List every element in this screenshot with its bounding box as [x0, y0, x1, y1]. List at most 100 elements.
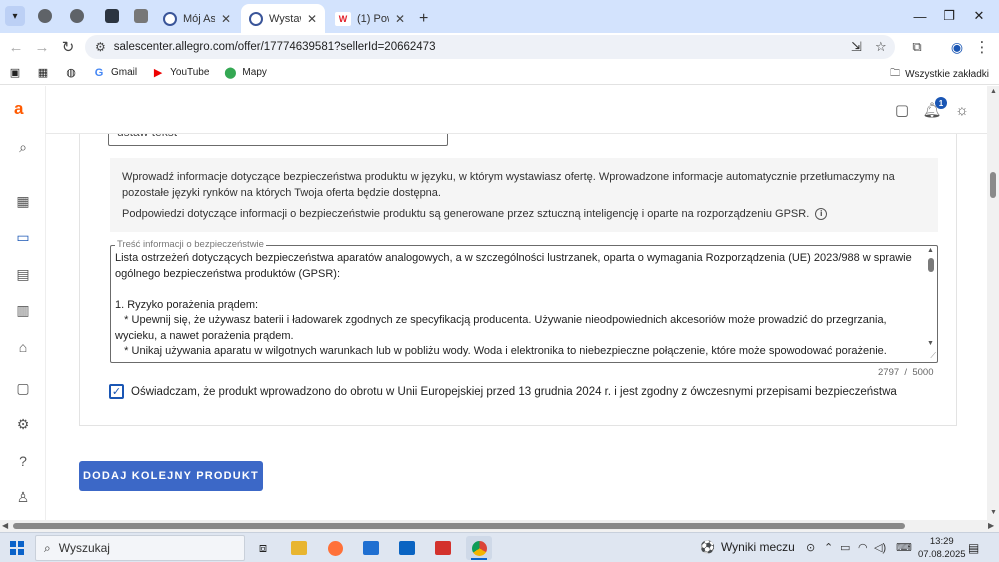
scroll-down-icon[interactable]: ▼	[990, 509, 997, 516]
outlook-icon[interactable]	[394, 536, 420, 560]
apps-button[interactable]: ▦	[36, 66, 50, 80]
battery-icon[interactable]: ▭	[840, 541, 850, 554]
help-icon[interactable]: ?	[13, 451, 33, 471]
scroll-thumb[interactable]	[928, 258, 934, 272]
info-text-2-content: Podpowiedzi dotyczące informacji o bezpi…	[122, 208, 810, 220]
messages-icon[interactable]: ▢	[13, 378, 33, 398]
orders-icon[interactable]: ▤	[13, 264, 33, 284]
widget-label: Wyniki meczu	[720, 540, 795, 554]
file-explorer-icon[interactable]	[286, 536, 312, 560]
text-input-partial[interactable]: ustaw tekst	[108, 134, 448, 146]
declaration-checkbox[interactable]: ✓	[109, 384, 124, 399]
close-icon[interactable]: ✕	[395, 12, 405, 26]
scroll-down-icon[interactable]: ▼	[927, 340, 934, 347]
offers-icon[interactable]: ▭	[13, 227, 33, 247]
safety-info-textarea[interactable]: Treść informacji o bezpieczeństwie Lista…	[110, 239, 938, 363]
bookmark-youtube[interactable]: ▶ YouTube	[151, 66, 210, 80]
pinned-tab-3[interactable]	[97, 5, 127, 27]
resize-handle-icon[interactable]: ⟋	[930, 351, 936, 361]
bookmark-globe[interactable]: ◍	[64, 66, 78, 80]
bookmark-gmail[interactable]: G Gmail	[92, 66, 137, 80]
tab-powiadomienia[interactable]: W (1) Powiadomienia ✕	[327, 4, 413, 33]
profile-button[interactable]: ◉	[947, 37, 967, 57]
plus-icon: +	[419, 9, 429, 27]
volume-icon[interactable]: ◁)	[874, 541, 886, 554]
textarea-content[interactable]: Lista ostrzeżeń dotyczących bezpieczeńst…	[115, 251, 915, 361]
chevron-up-icon[interactable]: ⌃	[824, 541, 833, 554]
browser-menu-button[interactable]: ⋮	[972, 37, 992, 57]
dashboard-icon[interactable]: ▦	[13, 191, 33, 211]
taskbar-news-widget[interactable]: ⚽ Wyniki meczu	[700, 540, 795, 554]
scroll-up-icon[interactable]: ▲	[990, 88, 997, 95]
firefox-icon[interactable]	[322, 536, 348, 560]
browser-tab-strip: ▾ Mój Asortyment ✕ Wystaw ✕ W (1) Powiad…	[0, 0, 999, 33]
page-vertical-scrollbar[interactable]: ▲ ▼	[987, 86, 999, 520]
bell-icon[interactable]: 🔔︎ 1	[922, 97, 947, 120]
taskbar-search[interactable]: ⌕ Wyszukaj	[35, 535, 245, 561]
scroll-left-icon[interactable]: ◀	[2, 521, 8, 530]
close-icon[interactable]: ✕	[221, 12, 231, 26]
people-icon[interactable]: ⊙	[806, 541, 815, 554]
documents-icon[interactable]: ▥	[13, 300, 33, 320]
tag-icon[interactable]: ⌂	[13, 337, 33, 357]
restore-button[interactable]: ❐	[934, 6, 964, 26]
store-icon[interactable]	[358, 536, 384, 560]
taskbar-clock[interactable]: 13:29 07.08.2025	[918, 535, 966, 561]
extensions-button[interactable]: ⧉	[907, 37, 927, 57]
gpsr-declaration[interactable]: ✓ Oświadczam, że produkt wprowadzono do …	[109, 384, 897, 399]
close-window-button[interactable]: ✕	[964, 6, 994, 26]
tab-wystaw[interactable]: Wystaw ✕	[241, 4, 325, 33]
scroll-right-icon[interactable]: ▶	[988, 521, 994, 530]
chat-icon[interactable]: ▢	[892, 100, 912, 120]
all-bookmarks-folder[interactable]: 🗀 Wszystkie zakładki	[890, 66, 989, 83]
arrow-right-icon: →	[34, 38, 50, 56]
clock-time: 13:29	[929, 536, 954, 547]
chrome-icon[interactable]	[466, 536, 492, 560]
football-icon: ⚽	[700, 540, 715, 554]
page-horizontal-scrollbar[interactable]: ◀ ▶	[0, 520, 999, 532]
language-icon[interactable]: ⌨	[896, 541, 912, 554]
install-app-icon[interactable]: ⇲	[851, 39, 862, 55]
reload-button[interactable]: ↻	[58, 37, 78, 57]
scroll-thumb[interactable]	[990, 172, 996, 198]
user-icon[interactable]: ♙	[13, 487, 33, 507]
pinned-tab-1[interactable]	[30, 5, 60, 27]
pinned-tab-4[interactable]	[126, 5, 156, 27]
bookmark-star-icon[interactable]: ☆	[875, 39, 887, 55]
search-icon[interactable]: ⌕	[13, 137, 33, 157]
google-icon: G	[94, 66, 104, 79]
clock-date: 07.08.2025	[918, 549, 966, 560]
info-icon[interactable]: i	[815, 208, 828, 221]
wifi-icon[interactable]: ◠	[858, 541, 868, 554]
pinned-tab-2[interactable]	[62, 5, 92, 27]
taskbar-search-placeholder: Wyszukaj	[58, 541, 110, 555]
notification-center-icon[interactable]: ▤	[968, 541, 979, 555]
tab-label: Mój Asortyment	[183, 12, 215, 25]
folder-label: Wszystkie zakładki	[905, 69, 989, 80]
gift-app-icon[interactable]	[430, 536, 456, 560]
forward-button[interactable]: →	[32, 37, 52, 57]
gear-icon[interactable]: ⚙	[13, 414, 33, 434]
textarea-scrollbar[interactable]: ▲ ▼	[925, 246, 937, 362]
windows-start-icon[interactable]	[10, 541, 24, 555]
scroll-up-icon[interactable]: ▲	[927, 247, 934, 254]
site-favicon	[134, 9, 148, 23]
allegro-logo[interactable]: a	[14, 99, 23, 119]
minimize-button[interactable]: —	[905, 6, 935, 26]
tab-groups-button[interactable]: ▣	[8, 66, 22, 80]
add-another-product-button[interactable]: DODAJ KOLEJNY PRODUKT	[79, 461, 263, 491]
map-pin-icon: ⬤	[224, 67, 237, 79]
back-button[interactable]: ←	[6, 37, 26, 57]
bookmark-mapy[interactable]: ⬤ Mapy	[223, 66, 267, 80]
url-text: salescenter.allegro.com/offer/1777463958…	[113, 41, 436, 53]
tab-search-button[interactable]: ▾	[5, 6, 25, 26]
tab-moj-asortyment[interactable]: Mój Asortyment ✕	[155, 4, 239, 33]
lightbulb-icon[interactable]: ☼	[952, 100, 972, 120]
scroll-thumb[interactable]	[13, 523, 905, 529]
omnibox[interactable]: ⚙ salescenter.allegro.com/offer/17774639…	[85, 35, 895, 59]
folder-icon: 🗀	[890, 68, 901, 79]
close-icon[interactable]: ✕	[307, 12, 317, 26]
site-info-icon[interactable]: ⚙	[95, 40, 106, 54]
new-tab-button[interactable]: +	[415, 4, 439, 33]
task-view-icon[interactable]: ⧈	[250, 536, 276, 560]
